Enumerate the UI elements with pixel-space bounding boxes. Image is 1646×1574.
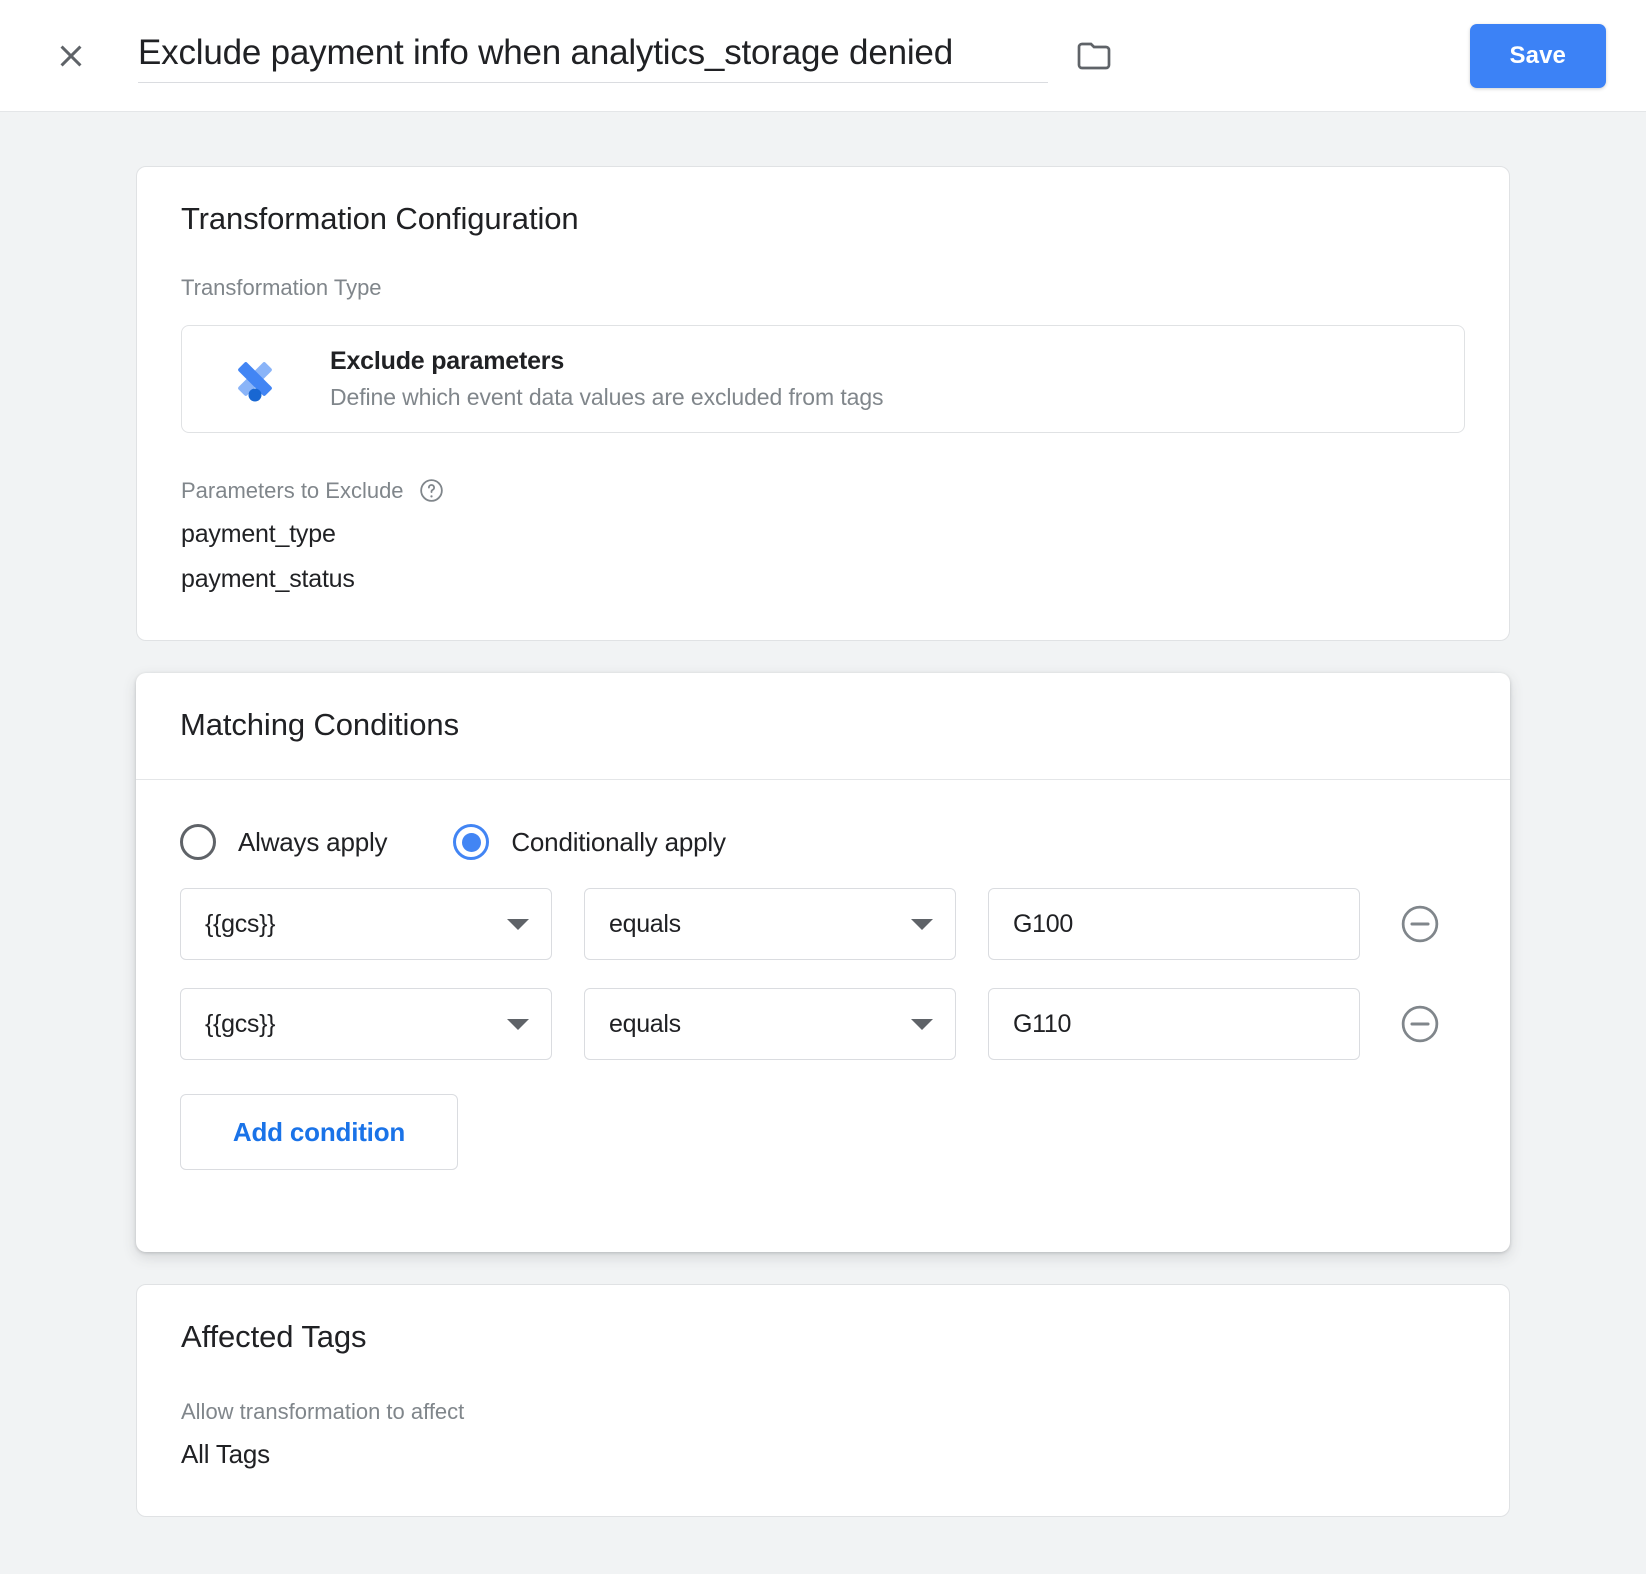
card-title-affected: Affected Tags [181,1319,367,1354]
apply-mode-radio-group: Always apply Conditionally apply [136,780,1510,860]
add-condition-button[interactable]: Add condition [180,1094,458,1170]
card-bottom-spacer [137,594,1509,640]
condition-operator-select[interactable]: equals [584,888,956,960]
folder-icon[interactable] [1074,36,1114,76]
radio-conditionally-apply-mark [453,824,490,860]
chevron-down-icon [507,1018,529,1030]
affected-tags-label-row: Allow transformation to affect [137,1355,1509,1425]
condition-value-field [988,988,1360,1060]
condition-operator-select[interactable]: equals [584,988,956,1060]
matching-conditions-header: Matching Conditions [136,673,1510,779]
transformation-type-name: Exclude parameters [330,347,565,375]
condition-row: {{gcs}} equals [136,988,1510,1060]
condition-value-input[interactable] [989,989,1359,1059]
parameters-label-row: Parameters to Exclude [137,433,1509,504]
condition-variable-value: {{gcs}} [205,1009,276,1038]
card-bottom-spacer [136,1170,1510,1252]
condition-variable-select[interactable]: {{gcs}} [180,888,552,960]
card-bottom-spacer [137,1470,1509,1516]
transformation-type-label: Transformation Type [181,275,382,300]
google-tag-manager-diamond-icon [226,350,284,408]
transformation-type-description: Define which event data values are exclu… [330,384,884,410]
radio-always-apply-label: Always apply [238,826,388,857]
save-button[interactable]: Save [1469,24,1606,88]
affected-tags-card: Affected Tags Allow transformation to af… [136,1284,1510,1517]
condition-variable-select[interactable]: {{gcs}} [180,988,552,1060]
condition-operator-value: equals [609,1009,681,1038]
condition-operator-value: equals [609,909,681,938]
parameter-item: payment_status [181,565,355,593]
transformation-name-input[interactable] [138,28,1048,83]
transformation-type-text: Exclude parameters Define which event da… [330,347,884,411]
remove-condition-button[interactable] [1396,900,1444,948]
radio-conditionally-apply-label: Conditionally apply [511,826,726,857]
variable-picker-brick-icon[interactable] [1359,989,1360,1059]
radio-always-apply-mark [180,824,216,860]
parameter-item: payment_type [181,520,336,548]
condition-value-field [988,888,1360,960]
affected-tags-value: All Tags [181,1439,270,1469]
transformation-type-tile[interactable]: Exclude parameters Define which event da… [181,325,1465,433]
condition-variable-value: {{gcs}} [205,909,276,938]
close-icon[interactable] [48,33,94,79]
chevron-down-icon [911,918,933,930]
remove-condition-button[interactable] [1396,1000,1444,1048]
parameters-to-exclude-label: Parameters to Exclude [181,477,404,503]
chevron-down-icon [507,918,529,930]
radio-conditionally-apply[interactable]: Conditionally apply [453,824,726,860]
transformation-type-label-row: Transformation Type [137,237,1509,301]
radio-always-apply[interactable]: Always apply [180,824,388,860]
card-title-matching: Matching Conditions [180,707,459,742]
page-body: Transformation Configuration Transformat… [0,166,1646,1517]
transformation-configuration-card: Transformation Configuration Transformat… [136,166,1510,641]
chevron-down-icon [911,1018,933,1030]
condition-row: {{gcs}} equals [136,888,1510,960]
help-circle-icon[interactable] [418,477,445,504]
app-header: Save [0,0,1646,112]
matching-conditions-card: Matching Conditions Always apply Conditi… [136,673,1510,1252]
affected-tags-label: Allow transformation to affect [181,1399,465,1424]
title-area [138,28,1114,83]
variable-picker-brick-icon[interactable] [1359,889,1360,959]
condition-value-input[interactable] [989,889,1359,959]
card-title-transformation: Transformation Configuration [181,201,579,236]
